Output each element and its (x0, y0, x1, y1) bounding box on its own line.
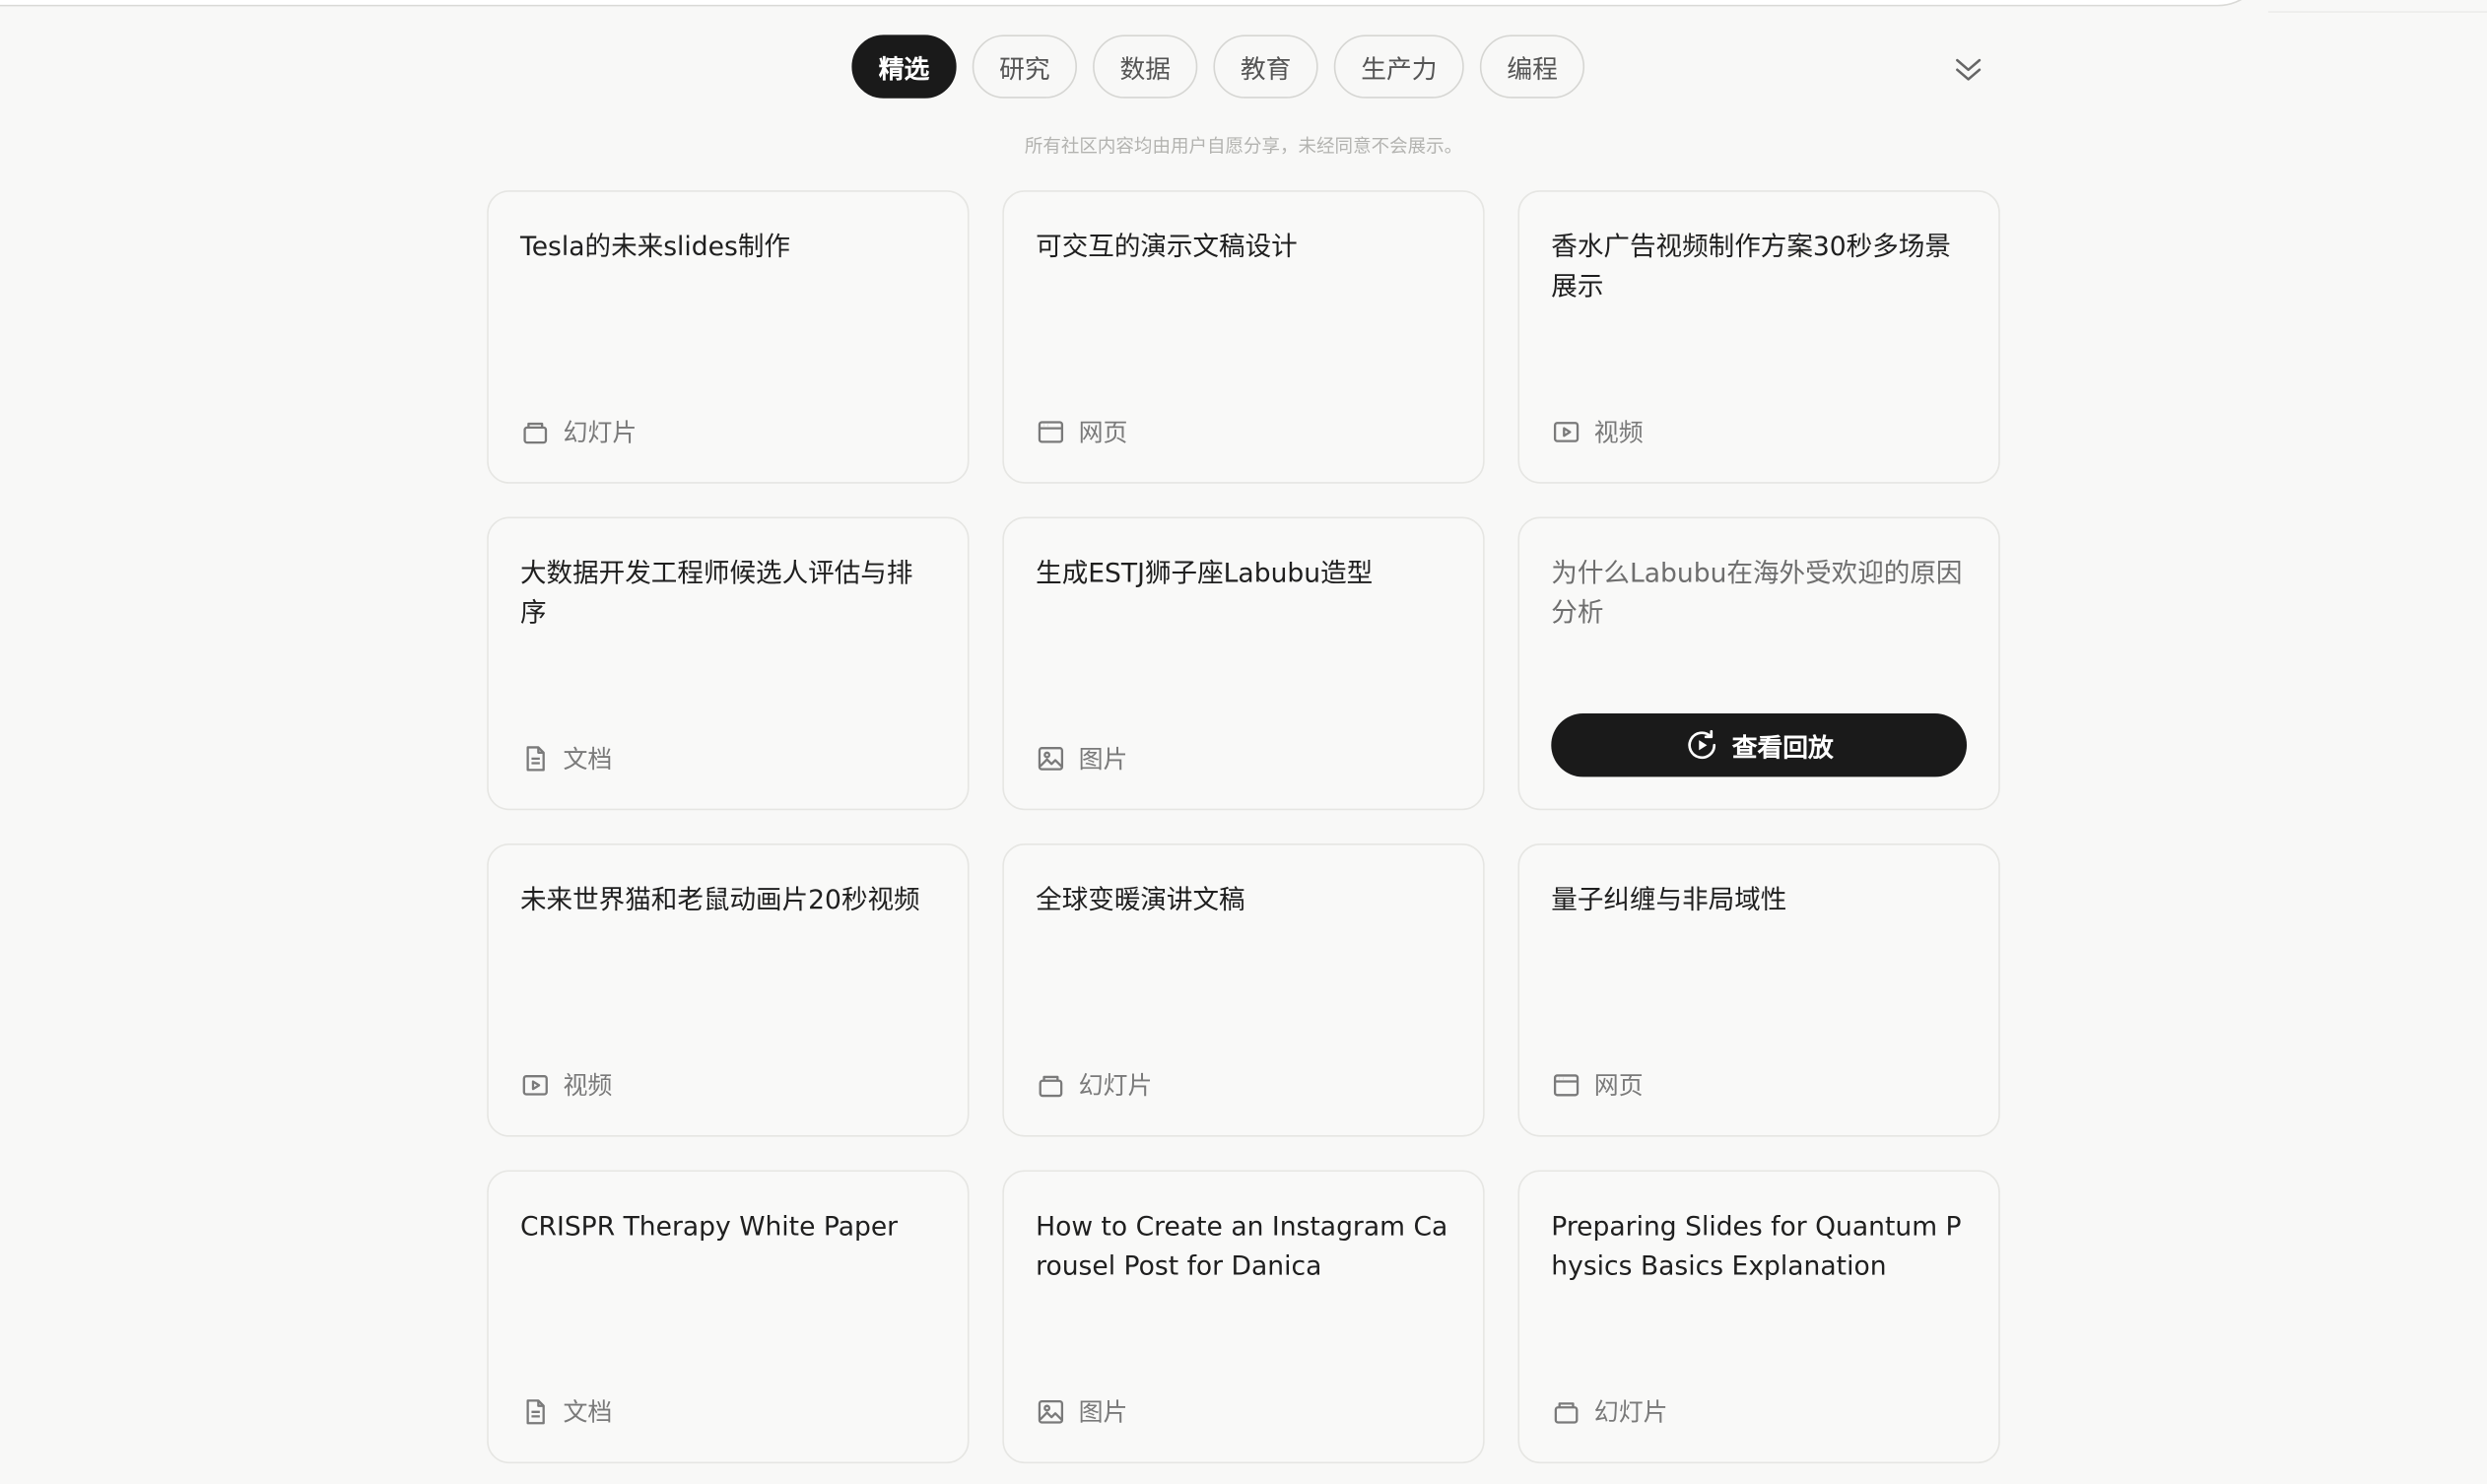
card-type: 图片 (1036, 1393, 1128, 1428)
card-title: Preparing Slides for Quantum Physics Bas… (1551, 1211, 1962, 1282)
prompt-input-box[interactable] (0, 0, 2268, 7)
card-title: 未来世界猫和老鼠动画片20秒视频 (519, 884, 920, 915)
card-type: 文档 (520, 740, 612, 775)
image-icon (1036, 743, 1066, 774)
card-type-label: 网页 (1593, 1071, 1644, 1101)
showcase-card[interactable]: 量子纠缠与非局域性 网页 (1517, 843, 2000, 1137)
tab-programming[interactable]: 编程 (1479, 34, 1585, 99)
card-type: 幻灯片 (520, 414, 637, 448)
card-type: 网页 (1036, 414, 1128, 448)
card-type: 图片 (1036, 740, 1128, 775)
card-title: 可交互的演示文稿设计 (1036, 231, 1298, 262)
card-type-label: 幻灯片 (1593, 1398, 1668, 1428)
slides-icon (1036, 1069, 1066, 1100)
showcase-card[interactable]: 可交互的演示文稿设计 网页 (1002, 190, 1485, 484)
card-title: 量子纠缠与非局域性 (1551, 884, 1787, 915)
card-title: 生成ESTJ狮子座Labubu造型 (1036, 558, 1374, 588)
category-tabs: 精选 研究 数据 教育 生产力 编程 (851, 34, 1585, 99)
card-type-label: 图片 (1078, 745, 1128, 775)
card-title: 为什么Labubu在海外受欢迎的原因分析 (1551, 558, 1963, 629)
replay-icon (1684, 728, 1718, 763)
card-title: 大数据开发工程师候选人评估与排序 (519, 558, 913, 629)
webpage-icon (1036, 416, 1066, 446)
card-title: 全球变暖演讲文稿 (1036, 884, 1245, 915)
tab-education[interactable]: 教育 (1213, 34, 1318, 99)
showcase-card[interactable]: 大数据开发工程师候选人评估与排序 文档 (487, 516, 970, 811)
tab-research[interactable]: 研究 (972, 34, 1078, 99)
showcase-card[interactable]: 未来世界猫和老鼠动画片20秒视频 视频 (487, 843, 970, 1137)
showcase-card[interactable]: Preparing Slides for Quantum Physics Bas… (1517, 1170, 2000, 1464)
card-type: 视频 (1551, 414, 1644, 448)
card-title: 香水广告视频制作方案30秒多场景展示 (1551, 231, 1951, 302)
card-type-label: 文档 (563, 745, 613, 775)
card-type-label: 文档 (563, 1398, 613, 1428)
showcase-card[interactable]: 香水广告视频制作方案30秒多场景展示 视频 (1517, 190, 2000, 484)
card-type-label: 幻灯片 (563, 418, 638, 447)
view-replay-button[interactable]: 查看回放 (1551, 713, 1968, 777)
webpage-icon (1551, 1069, 1581, 1100)
showcase-card[interactable]: 生成ESTJ狮子座Labubu造型 图片 (1002, 516, 1485, 811)
card-type-label: 幻灯片 (1078, 1071, 1153, 1101)
document-icon (520, 743, 551, 774)
card-type: 文档 (520, 1393, 612, 1428)
card-title: How to Create an Instagram Carousel Post… (1036, 1211, 1448, 1282)
card-type: 视频 (520, 1067, 612, 1102)
showcase-grid: Tesla的未来slides制作 幻灯片 可交互的演示文稿设计 网页 香水广告视频制… (487, 190, 2000, 1464)
card-type-label: 图片 (1078, 1398, 1128, 1428)
showcase-card[interactable]: 为什么Labubu在海外受欢迎的原因分析 查看回放 (1517, 516, 2000, 811)
tab-productivity[interactable]: 生产力 (1333, 34, 1464, 99)
video-icon (1551, 416, 1581, 446)
card-type: 网页 (1551, 1067, 1644, 1102)
showcase-card[interactable]: CRISPR Therapy White Paper 文档 (487, 1170, 970, 1464)
card-title: CRISPR Therapy White Paper (519, 1211, 899, 1242)
double-chevron-down-icon[interactable] (1949, 54, 1987, 86)
video-icon (520, 1069, 551, 1100)
document-icon (520, 1396, 551, 1427)
tab-data[interactable]: 数据 (1093, 34, 1198, 99)
image-icon (1036, 1396, 1066, 1427)
card-title: Tesla的未来slides制作 (519, 231, 790, 262)
card-type: 幻灯片 (1036, 1067, 1152, 1102)
community-notice: 所有社区内容均由用户自愿分享，未经同意不会展示。 (1024, 134, 1463, 158)
showcase-card[interactable]: How to Create an Instagram Carousel Post… (1002, 1170, 1485, 1464)
view-replay-label: 查看回放 (1731, 732, 1834, 763)
divider (2267, 11, 2487, 13)
tab-featured[interactable]: 精选 (851, 34, 957, 99)
card-type: 幻灯片 (1551, 1393, 1668, 1428)
card-type-label: 视频 (563, 1071, 613, 1101)
slides-icon (1551, 1396, 1581, 1427)
slides-icon (520, 416, 551, 446)
showcase-card[interactable]: 全球变暖演讲文稿 幻灯片 (1002, 843, 1485, 1137)
showcase-card[interactable]: Tesla的未来slides制作 幻灯片 (487, 190, 970, 484)
card-type-label: 视频 (1593, 418, 1644, 447)
card-type-label: 网页 (1078, 418, 1128, 447)
